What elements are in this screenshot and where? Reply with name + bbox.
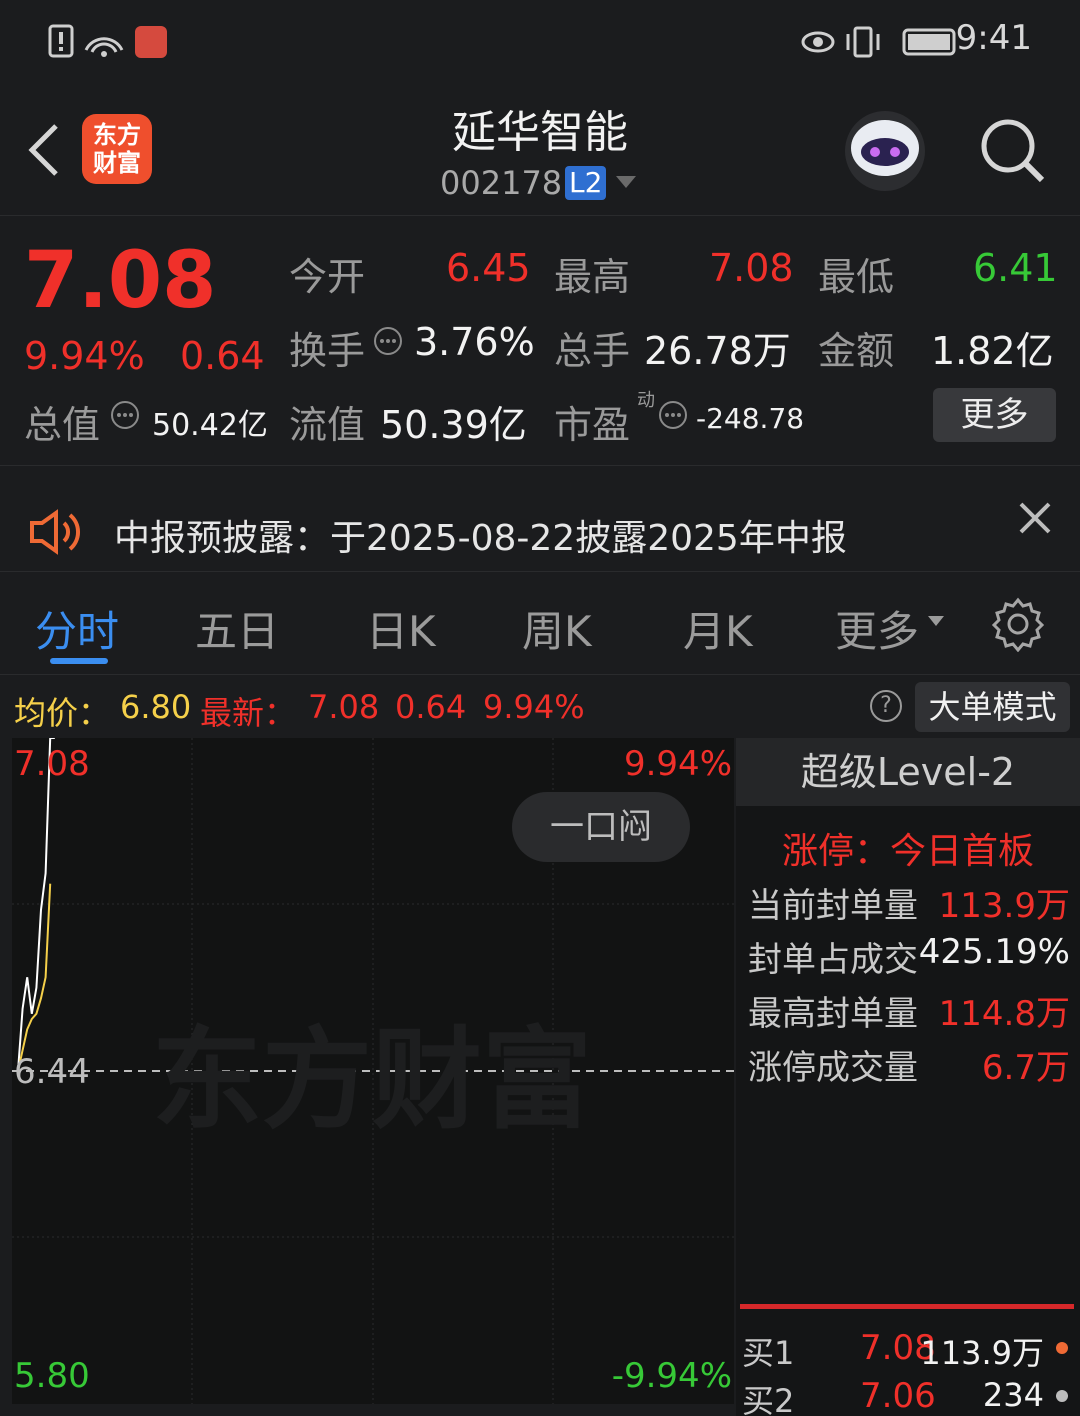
high-value: 7.08 bbox=[709, 246, 794, 290]
avg-value: 6.80 bbox=[120, 688, 192, 726]
seal-ratio-label: 封单占成交 bbox=[748, 940, 918, 980]
latest-pct: 9.94% bbox=[483, 688, 585, 726]
level2-header[interactable]: 超级Level-2 bbox=[736, 738, 1080, 806]
info-dots-icon[interactable] bbox=[658, 400, 688, 430]
seal-volume-value: 113.9万 bbox=[938, 886, 1070, 926]
change-amount: 0.64 bbox=[180, 334, 265, 378]
info-dots-icon[interactable] bbox=[373, 326, 403, 356]
limit-volume-value: 6.7万 bbox=[981, 1048, 1070, 1088]
max-seal-value: 114.8万 bbox=[938, 994, 1070, 1034]
tab-five-day[interactable]: 五日 bbox=[195, 598, 279, 659]
tab-monthly-k[interactable]: 月K bbox=[683, 598, 753, 659]
bid2-volume: 234 bbox=[982, 1376, 1044, 1414]
dropdown-triangle-icon[interactable] bbox=[616, 176, 636, 190]
float-value: 50.39亿 bbox=[380, 403, 527, 447]
search-icon[interactable] bbox=[978, 116, 1048, 186]
turnover-label: 换手 bbox=[289, 329, 366, 373]
avg-label: 均价： bbox=[14, 694, 111, 732]
seal-ratio-value: 425.19% bbox=[918, 932, 1070, 972]
one-look-button[interactable]: 一口闷 bbox=[512, 792, 690, 862]
level2-panel: 超级Level-2 涨停：今日首板 当前封单量 113.9万 封单占成交 425… bbox=[736, 738, 1080, 1416]
robot-assistant-icon[interactable] bbox=[842, 108, 928, 194]
open-value: 6.45 bbox=[446, 246, 531, 290]
status-time: 9:41 bbox=[955, 18, 1032, 58]
tab-intraday[interactable]: 分时 bbox=[35, 598, 119, 659]
pe-superscript: 动 bbox=[637, 390, 655, 411]
amount-value: 1.82亿 bbox=[931, 329, 1054, 373]
info-dots-icon[interactable] bbox=[110, 400, 140, 430]
limit-status: 涨停：今日首板 bbox=[781, 831, 1034, 872]
help-icon[interactable]: ? bbox=[870, 690, 902, 722]
bid1-label: 买1 bbox=[742, 1334, 795, 1372]
l2-badge[interactable]: L2 bbox=[565, 166, 607, 200]
more-button[interactable]: 更多 bbox=[933, 388, 1056, 442]
pe-value: -248.78 bbox=[696, 402, 805, 435]
pe-label: 市盈 bbox=[554, 403, 631, 447]
close-icon[interactable] bbox=[1018, 501, 1052, 535]
bid2-label: 买2 bbox=[742, 1382, 795, 1416]
volume-value: 26.78万 bbox=[644, 329, 791, 373]
y-label-mid: 6.44 bbox=[14, 1052, 90, 1092]
max-seal-label: 最高封单量 bbox=[748, 994, 918, 1034]
mktcap-label: 总值 bbox=[24, 403, 101, 447]
tab-weekly-k[interactable]: 周K bbox=[522, 598, 592, 659]
limit-volume-label: 涨停成交量 bbox=[748, 1048, 918, 1088]
y-label-top: 7.08 bbox=[14, 744, 90, 784]
status-icons-left bbox=[48, 24, 167, 58]
speaker-icon bbox=[30, 509, 81, 555]
period-tabs: 分时 五日 日K 周K 月K 更多 bbox=[0, 572, 1080, 675]
intraday-chart[interactable]: 东方财富 7.08 6.44 5.80 9.94% -9.94% 一口闷 bbox=[12, 738, 734, 1404]
active-tab-indicator bbox=[50, 658, 108, 664]
notice-text: 中报预披露：于2025-08-22披露2025年中报 bbox=[114, 518, 847, 559]
bid-divider bbox=[740, 1304, 1074, 1309]
bid2-price: 7.06 bbox=[860, 1376, 936, 1416]
mktcap-value: 50.42亿 bbox=[152, 408, 268, 443]
price-info-line: 均价： 6.80 最新： 7.08 0.64 9.94% ? 大单模式 bbox=[0, 676, 1080, 738]
gear-icon[interactable] bbox=[990, 596, 1046, 652]
status-bar: 9:41 bbox=[0, 0, 1080, 84]
bid1-volume: 113.9万 bbox=[920, 1334, 1044, 1372]
seal-volume-label: 当前封单量 bbox=[748, 886, 918, 926]
header: 东方财富 延华智能 002178 L2 bbox=[0, 84, 1080, 216]
quote-panel: 7.08 9.94% 0.64 今开 6.45 最高 7.08 最低 6.41 … bbox=[0, 216, 1080, 466]
bid2-dot bbox=[1056, 1390, 1068, 1402]
pct-label-bottom: -9.94% bbox=[611, 1356, 732, 1396]
notice-bar[interactable]: 中报预披露：于2025-08-22披露2025年中报 bbox=[0, 467, 1080, 572]
tab-daily-k[interactable]: 日K bbox=[366, 598, 436, 659]
latest-change: 0.64 bbox=[395, 688, 467, 726]
pct-label-top: 9.94% bbox=[623, 744, 732, 784]
low-value: 6.41 bbox=[973, 246, 1058, 290]
current-price: 7.08 bbox=[24, 236, 217, 326]
latest-label: 最新： bbox=[200, 694, 297, 732]
amount-label: 金额 bbox=[818, 329, 895, 373]
open-label: 今开 bbox=[289, 255, 366, 299]
change-percent: 9.94% bbox=[24, 334, 145, 378]
watermark-text: 东方财富 bbox=[152, 1016, 592, 1144]
high-label: 最高 bbox=[554, 255, 631, 299]
avg-price-line bbox=[17, 883, 52, 1072]
status-icons-right bbox=[801, 26, 956, 58]
bid1-dot bbox=[1056, 1342, 1068, 1354]
stock-code: 002178 bbox=[440, 164, 563, 202]
latest-value: 7.08 bbox=[308, 688, 380, 726]
float-label: 流值 bbox=[289, 403, 366, 447]
chevron-down-icon bbox=[928, 616, 944, 626]
low-label: 最低 bbox=[818, 255, 895, 299]
y-label-bottom: 5.80 bbox=[14, 1356, 90, 1396]
volume-label: 总手 bbox=[554, 329, 631, 373]
tab-more[interactable]: 更多 bbox=[835, 598, 919, 659]
turnover-value: 3.76% bbox=[414, 320, 535, 364]
big-order-mode-button[interactable]: 大单模式 bbox=[915, 682, 1070, 732]
